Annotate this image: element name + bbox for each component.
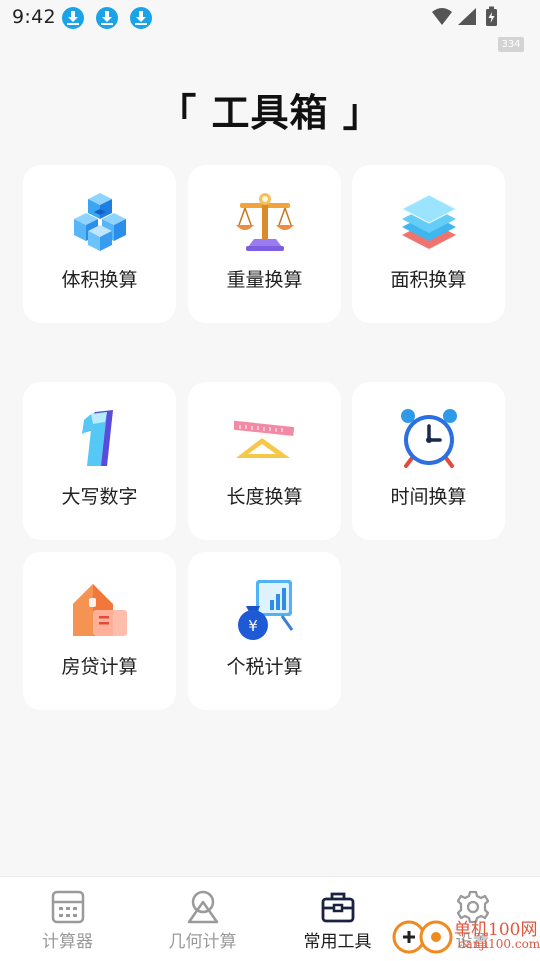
tool-label: 大写数字	[61, 486, 138, 508]
toolbox-icon	[321, 892, 354, 923]
download-icon	[96, 7, 118, 29]
tool-card-uppercase-number[interactable]: 大写数字	[23, 382, 176, 540]
tool-card-weight[interactable]: 重量换算	[188, 165, 341, 323]
nav-label: 常用工具	[303, 932, 372, 952]
svg-text:¥: ¥	[248, 617, 258, 635]
tool-card-volume[interactable]: 体积换算	[23, 165, 176, 323]
tool-label: 重量换算	[226, 269, 303, 291]
cellular-signal-icon	[458, 8, 476, 25]
tool-label: 长度换算	[226, 486, 303, 508]
status-badge: 334	[498, 37, 524, 52]
number-one-icon	[82, 410, 113, 466]
status-time: 9:42	[12, 6, 56, 28]
nav-item-calculator[interactable]: 计算器	[0, 877, 135, 961]
tool-label: 时间换算	[390, 486, 467, 508]
ruler-triangle-icon	[234, 420, 295, 458]
cube-stack-icon	[74, 193, 126, 251]
page-title: 「 工具箱 」	[158, 91, 382, 135]
nav-label: 几何计算	[168, 932, 237, 952]
tool-card-mortgage[interactable]: 房贷计算	[23, 552, 176, 710]
tool-label: 个税计算	[226, 656, 303, 678]
download-icon	[130, 7, 152, 29]
tool-label: 面积换算	[390, 269, 467, 291]
nav-label: 计算器	[42, 932, 93, 952]
status-bar: 9:42 334	[0, 0, 540, 52]
tool-label: 房贷计算	[61, 656, 138, 678]
money-bag-chart-icon: ¥	[238, 580, 294, 640]
tool-card-area[interactable]: 面积换算	[352, 165, 505, 323]
calculator-icon	[51, 890, 84, 924]
balance-scale-icon	[236, 193, 294, 251]
nav-item-tools[interactable]: 常用工具	[270, 877, 405, 961]
tool-card-length[interactable]: 长度换算	[188, 382, 341, 540]
download-icon	[62, 7, 84, 29]
nav-item-geometry[interactable]: 几何计算	[135, 877, 270, 961]
layers-icon	[400, 194, 458, 249]
battery-charging-icon	[486, 6, 497, 26]
tool-card-income-tax[interactable]: ¥ 个税计算	[188, 552, 341, 710]
tool-label: 体积换算	[61, 269, 138, 291]
alarm-clock-icon	[401, 409, 457, 468]
geometry-icon	[187, 890, 218, 924]
wifi-icon	[432, 8, 452, 25]
watermark-logo	[392, 920, 453, 954]
watermark-subtext: danji100.com	[458, 937, 540, 951]
watermark: 单机100网 danji100.com	[392, 915, 540, 960]
house-calc-icon	[73, 584, 127, 636]
system-status-icons	[432, 6, 497, 26]
tool-card-time[interactable]: 时间换算	[352, 382, 505, 540]
